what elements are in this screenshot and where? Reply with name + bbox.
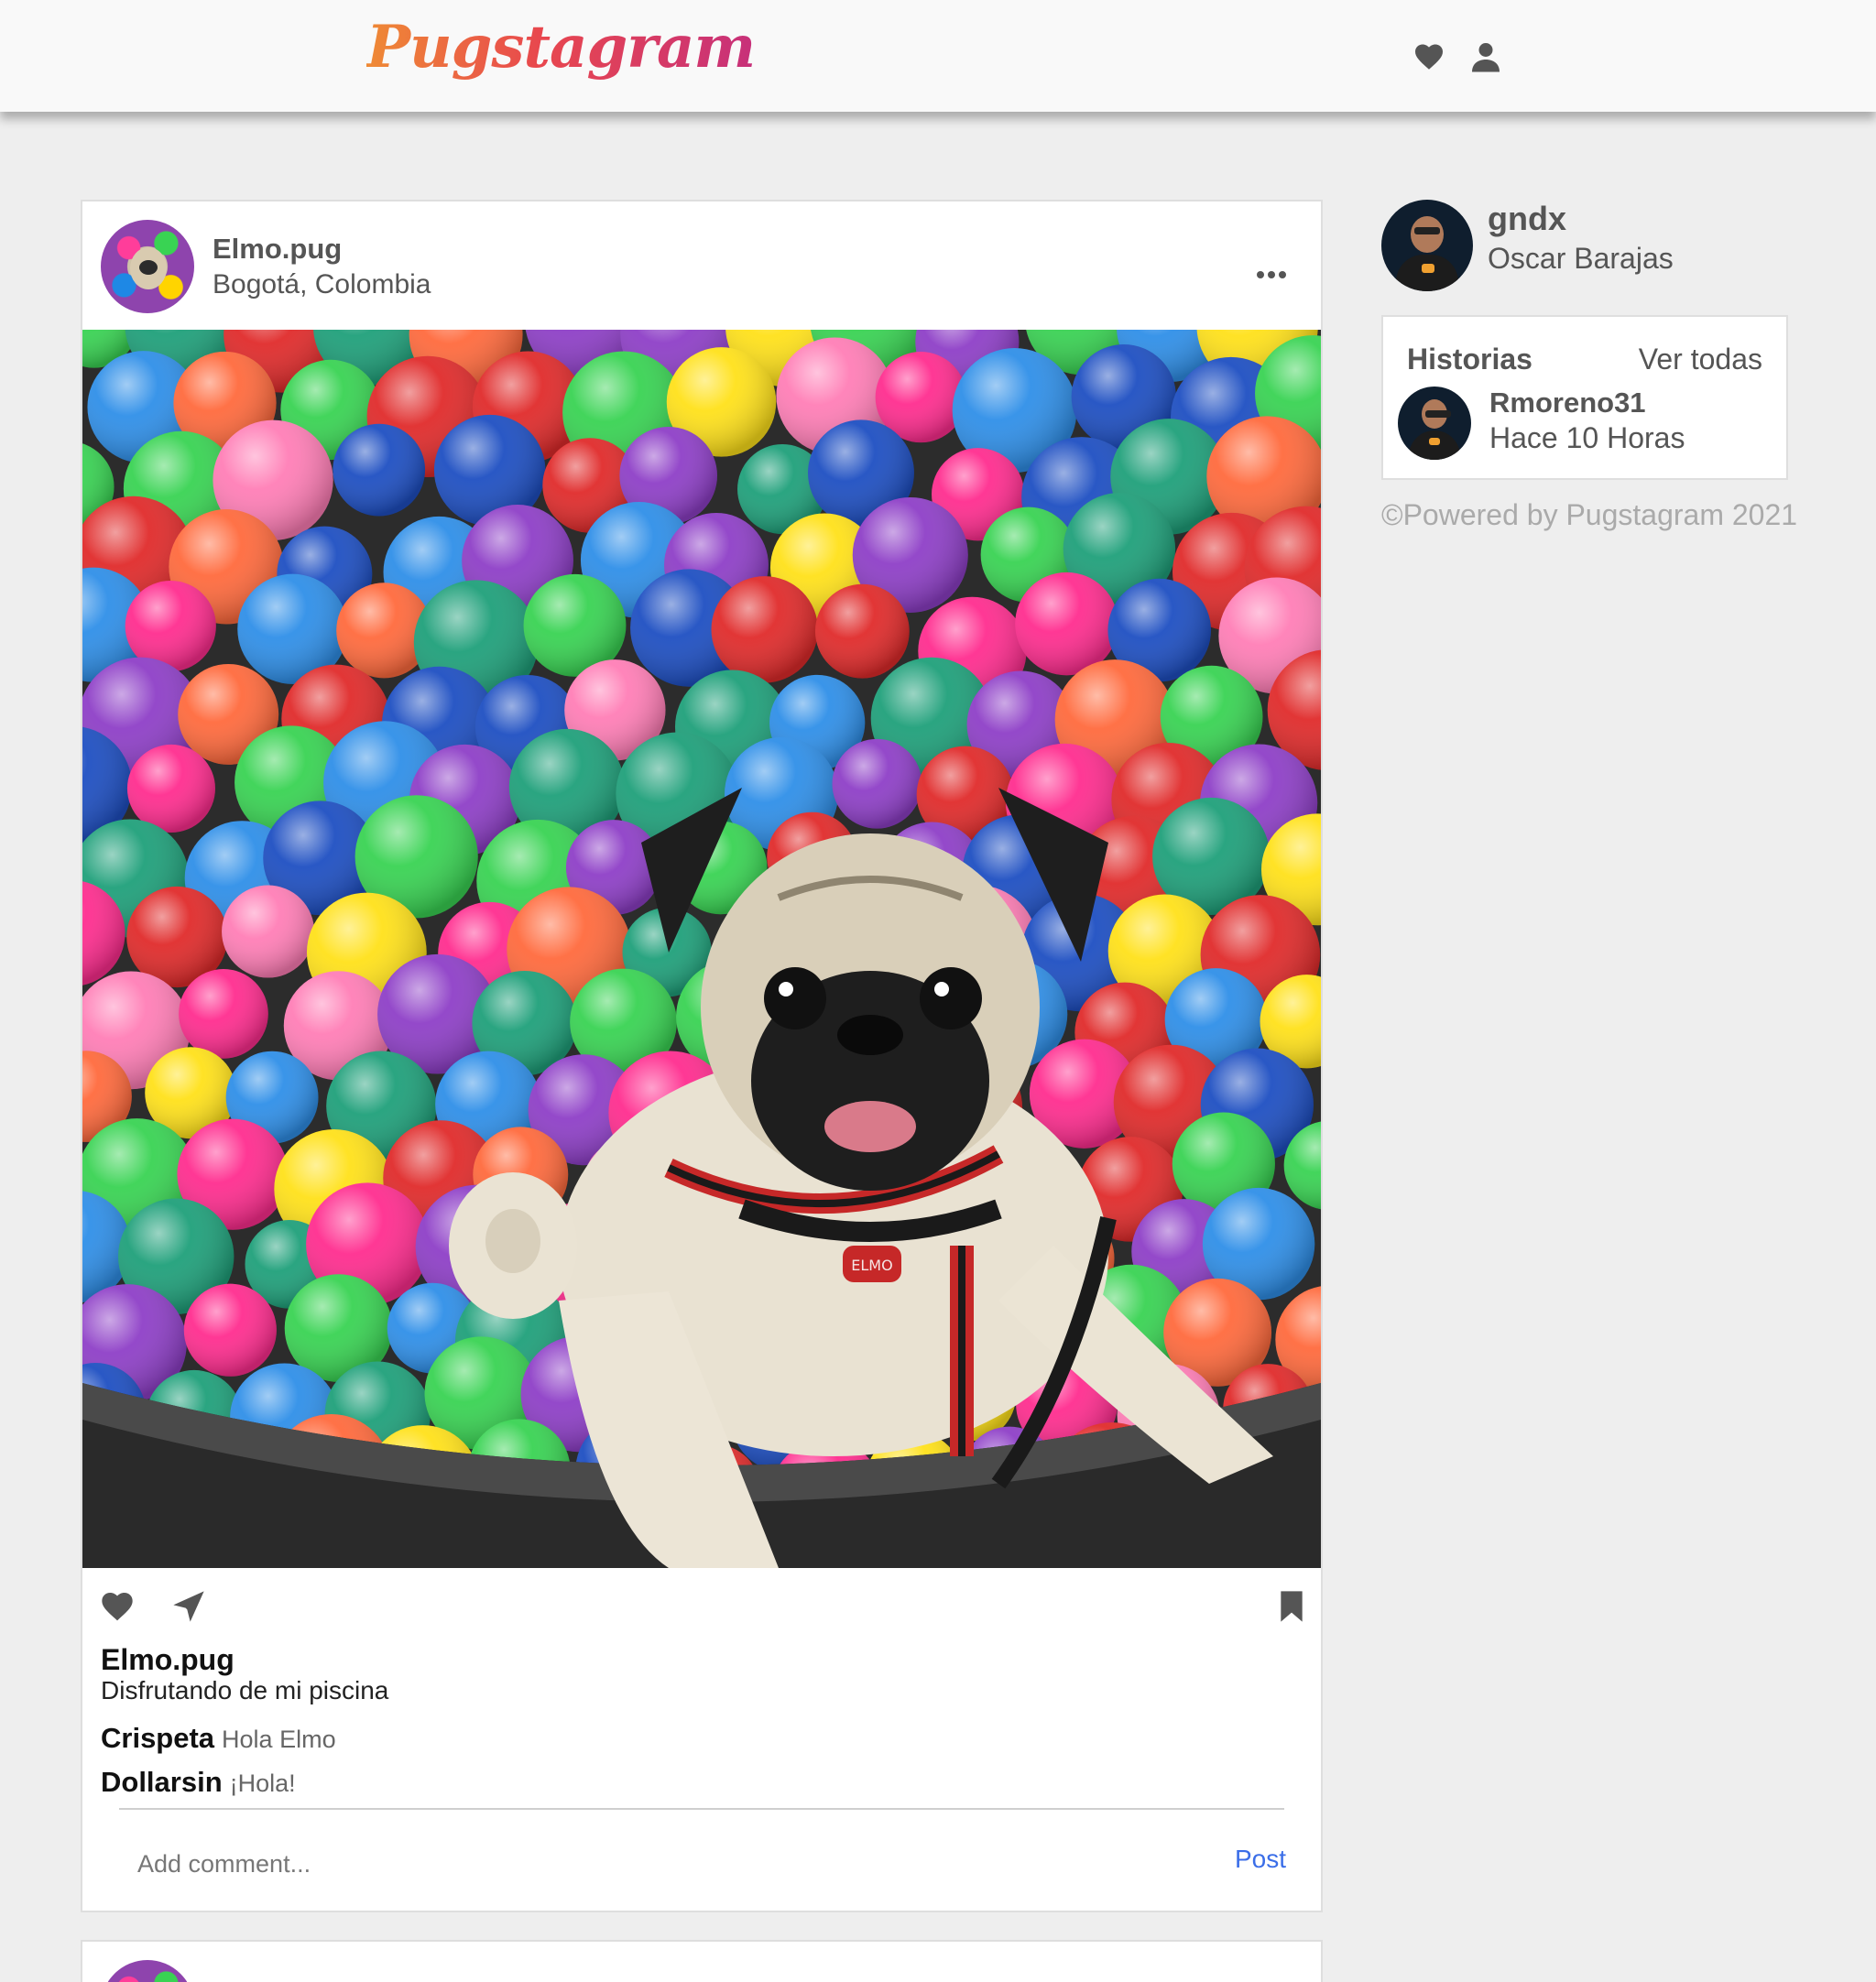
post-comment-button[interactable]: Post [1235, 1845, 1286, 1874]
send-icon[interactable] [170, 1588, 207, 1625]
post-card: Elmo.pug Bogotá, Colombia ELMO Elmo.pug … [81, 200, 1323, 1912]
stories-title: Historias [1407, 343, 1532, 376]
add-comment-input[interactable] [137, 1841, 1145, 1887]
pug-ball-pit-image: ELMO [82, 330, 1321, 1568]
post-card [81, 1940, 1323, 1982]
top-header: Pugstagram [0, 0, 1876, 112]
post-location: Bogotá, Colombia [213, 269, 431, 299]
ball-shine [333, 423, 426, 517]
ball-shine [126, 744, 215, 833]
ball-shine [1015, 572, 1118, 676]
ball-shine [179, 969, 268, 1059]
profile-avatar[interactable] [1381, 200, 1473, 291]
comment-item: Crispeta Hola Elmo [101, 1722, 336, 1755]
comment-text: Hola Elmo [222, 1726, 336, 1753]
story-username[interactable]: Rmoreno31 [1489, 387, 1646, 419]
ball-shine [711, 576, 818, 683]
stories-panel: Historias Ver todas Rmoreno31 Hace 10 Ho… [1381, 315, 1788, 480]
comment-item: Dollarsin ¡Hola! [101, 1766, 296, 1799]
profile-full-name: Oscar Barajas [1488, 242, 1674, 275]
story-time: Hace 10 Horas [1489, 421, 1685, 454]
more-options-icon[interactable] [1253, 256, 1290, 293]
footer-credit: ©Powered by Pugstagram 2021 [1381, 498, 1798, 531]
caption-text: Disfrutando de mi piscina [101, 1676, 389, 1704]
heart-icon[interactable] [1412, 40, 1445, 73]
post-avatar[interactable] [101, 1960, 194, 1982]
ball-shine [814, 583, 910, 679]
post-username[interactable]: Elmo.pug [213, 233, 342, 266]
post-avatar[interactable] [101, 220, 194, 313]
ball-shine [183, 1283, 277, 1377]
see-all-stories-link[interactable]: Ver todas [1639, 343, 1762, 376]
ball-shine [222, 885, 315, 978]
comment-divider [119, 1808, 1284, 1810]
dog-tag-text: ELMO [851, 1257, 892, 1274]
post-photo[interactable]: ELMO [82, 330, 1321, 1568]
comment-text: ¡Hola! [229, 1770, 296, 1797]
story-avatar[interactable] [1398, 387, 1471, 460]
like-icon[interactable] [99, 1588, 136, 1625]
caption-username[interactable]: Elmo.pug [101, 1643, 234, 1677]
ball-shine [832, 738, 922, 829]
post-header: Elmo.pug Bogotá, Colombia [82, 201, 1321, 330]
comment-username[interactable]: Dollarsin [101, 1766, 223, 1798]
comment-username[interactable]: Crispeta [101, 1722, 214, 1754]
profile-username[interactable]: gndx [1488, 200, 1566, 238]
user-icon[interactable] [1469, 40, 1502, 73]
app-logo[interactable]: Pugstagram [366, 13, 756, 82]
bookmark-icon[interactable] [1273, 1588, 1310, 1625]
